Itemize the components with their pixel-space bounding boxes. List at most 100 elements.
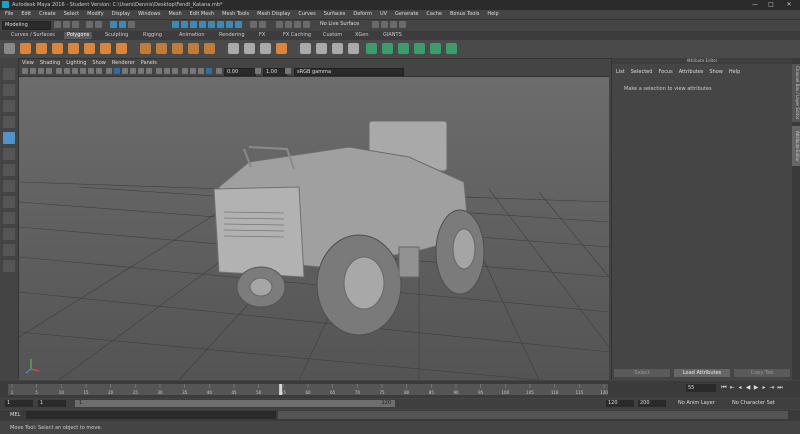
save-scene-icon[interactable] bbox=[72, 21, 79, 28]
grid-icon[interactable] bbox=[56, 68, 62, 74]
ambient-occlusion-icon[interactable] bbox=[156, 68, 162, 74]
attr-menu-focus[interactable]: Focus bbox=[658, 69, 672, 75]
poly-disc-icon[interactable] bbox=[116, 43, 127, 54]
uv-planar-icon[interactable] bbox=[366, 43, 377, 54]
shelf-tab-giants[interactable]: GIANTS bbox=[380, 32, 405, 39]
command-language-label[interactable]: MEL bbox=[10, 412, 20, 418]
menu-help[interactable]: Help bbox=[484, 11, 501, 17]
panel-menu-renderer[interactable]: Renderer bbox=[109, 60, 138, 66]
poly-cylinder-icon[interactable] bbox=[52, 43, 63, 54]
select-tool-icon[interactable] bbox=[3, 68, 15, 80]
snap-point-icon[interactable] bbox=[190, 21, 197, 28]
bookmarks-icon[interactable] bbox=[38, 68, 44, 74]
wireframe-on-shaded-icon[interactable] bbox=[122, 68, 128, 74]
select-component-icon[interactable] bbox=[128, 21, 135, 28]
attr-menu-attributes[interactable]: Attributes bbox=[679, 69, 704, 75]
pick-mask-icon[interactable] bbox=[217, 21, 224, 28]
playback-start-field[interactable]: 1 bbox=[38, 400, 66, 407]
render-icon[interactable] bbox=[381, 21, 388, 28]
current-frame-marker[interactable] bbox=[279, 384, 283, 395]
new-scene-icon[interactable] bbox=[54, 21, 61, 28]
panel-menu-show[interactable]: Show bbox=[89, 60, 109, 66]
panel-menu-panels[interactable]: Panels bbox=[138, 60, 160, 66]
undo-icon[interactable] bbox=[86, 21, 93, 28]
smooth-icon[interactable] bbox=[188, 43, 199, 54]
history-icon[interactable] bbox=[250, 21, 257, 28]
textured-icon[interactable] bbox=[130, 68, 136, 74]
select-object-icon[interactable] bbox=[119, 21, 126, 28]
time-slider[interactable]: 1 5 10 15 20 25 30 35 40 45 50 55 60 65 70 75 80 85 90 95 10… bbox=[0, 381, 800, 398]
rotate-tool-icon[interactable] bbox=[3, 132, 15, 144]
color-management-icon[interactable] bbox=[285, 68, 291, 74]
camera-attributes-icon[interactable] bbox=[30, 68, 36, 74]
select-hierarchy-icon[interactable] bbox=[110, 21, 117, 28]
snap-to-points-icon[interactable] bbox=[294, 21, 301, 28]
use-all-lights-icon[interactable] bbox=[138, 68, 144, 74]
close-button[interactable]: ✕ bbox=[784, 1, 794, 9]
shelf-tab-xgen[interactable]: XGen bbox=[352, 32, 372, 39]
go-to-end-button[interactable]: ⏭ bbox=[777, 384, 783, 392]
step-forward-key-button[interactable]: ⇥ bbox=[769, 384, 775, 392]
bridge-icon[interactable] bbox=[260, 43, 271, 54]
load-attributes-button[interactable]: Load Attributes bbox=[674, 369, 730, 377]
anti-aliasing-icon[interactable] bbox=[172, 68, 178, 74]
resolution-gate-icon[interactable] bbox=[72, 68, 78, 74]
snap-to-grids-icon[interactable] bbox=[276, 21, 283, 28]
persp-outliner-layout-icon[interactable] bbox=[3, 212, 15, 224]
gamma-icon[interactable] bbox=[255, 68, 261, 74]
uv-layout-icon[interactable] bbox=[446, 43, 457, 54]
menu-select[interactable]: Select bbox=[61, 11, 82, 17]
shadows-icon[interactable] bbox=[146, 68, 152, 74]
step-forward-frame-button[interactable]: ▸ bbox=[761, 384, 767, 392]
attr-menu-selected[interactable]: Selected bbox=[631, 69, 653, 75]
range-slider-bar[interactable]: 1 120 bbox=[75, 400, 395, 407]
tractor-model[interactable] bbox=[213, 120, 485, 336]
attribute-editor-tab[interactable]: Attribute Editor bbox=[792, 126, 800, 166]
shelf-tab-sculpting[interactable]: Sculpting bbox=[102, 32, 131, 39]
panel-menu-view[interactable]: View bbox=[19, 60, 37, 66]
menu-display[interactable]: Display bbox=[109, 11, 133, 17]
move-tool-icon[interactable] bbox=[3, 116, 15, 128]
open-scene-icon[interactable] bbox=[63, 21, 70, 28]
mask-curves-icon[interactable] bbox=[235, 21, 242, 28]
shelf-tab-curves-surfaces[interactable]: Curves / Surfaces bbox=[8, 32, 58, 39]
mask-joints-icon[interactable] bbox=[226, 21, 233, 28]
field-chart-icon[interactable] bbox=[88, 68, 94, 74]
xray-joints-icon[interactable] bbox=[198, 68, 204, 74]
mirror-icon[interactable] bbox=[172, 43, 183, 54]
attr-menu-list[interactable]: List bbox=[616, 69, 625, 75]
menu-set-dropdown[interactable]: Modeling bbox=[2, 21, 51, 30]
command-input[interactable] bbox=[26, 411, 276, 419]
snap-curve-icon[interactable] bbox=[181, 21, 188, 28]
outliner-layout-icon[interactable] bbox=[3, 260, 15, 272]
combine-icon[interactable] bbox=[140, 43, 151, 54]
wireframe-icon[interactable] bbox=[106, 68, 112, 74]
select-camera-icon[interactable] bbox=[22, 68, 28, 74]
copy-tab-button[interactable]: Copy Tab bbox=[734, 369, 790, 377]
character-set-dropdown[interactable]: No Character Set bbox=[732, 400, 775, 407]
poly-plane-icon[interactable] bbox=[100, 43, 111, 54]
play-backwards-button[interactable]: ◀ bbox=[745, 384, 751, 392]
extrude-icon[interactable] bbox=[228, 43, 239, 54]
uv-cylindrical-icon[interactable] bbox=[382, 43, 393, 54]
xray-components-icon[interactable] bbox=[206, 68, 212, 74]
perspective-viewport[interactable] bbox=[19, 77, 609, 380]
attr-menu-help[interactable]: Help bbox=[729, 69, 740, 75]
bevel-icon[interactable] bbox=[244, 43, 255, 54]
menu-mesh[interactable]: Mesh bbox=[165, 11, 184, 17]
step-back-key-button[interactable]: ⇤ bbox=[729, 384, 735, 392]
shelf-tab-rendering[interactable]: Rendering bbox=[216, 32, 248, 39]
maximize-button[interactable]: □ bbox=[766, 1, 776, 9]
menu-surfaces[interactable]: Surfaces bbox=[321, 11, 349, 17]
last-tool-icon[interactable] bbox=[3, 164, 15, 176]
uv-editor-icon[interactable] bbox=[430, 43, 441, 54]
smooth-shade-icon[interactable] bbox=[114, 68, 120, 74]
hypershade-layout-icon[interactable] bbox=[3, 244, 15, 256]
construction-icon[interactable] bbox=[259, 21, 266, 28]
make-live-icon[interactable] bbox=[303, 21, 310, 28]
menu-mesh-tools[interactable]: Mesh Tools bbox=[219, 11, 252, 17]
menu-curves[interactable]: Curves bbox=[295, 11, 318, 17]
uv-spherical-icon[interactable] bbox=[398, 43, 409, 54]
shelf-tab-polygons[interactable]: Polygons bbox=[64, 32, 93, 39]
menu-create[interactable]: Create bbox=[36, 11, 59, 17]
